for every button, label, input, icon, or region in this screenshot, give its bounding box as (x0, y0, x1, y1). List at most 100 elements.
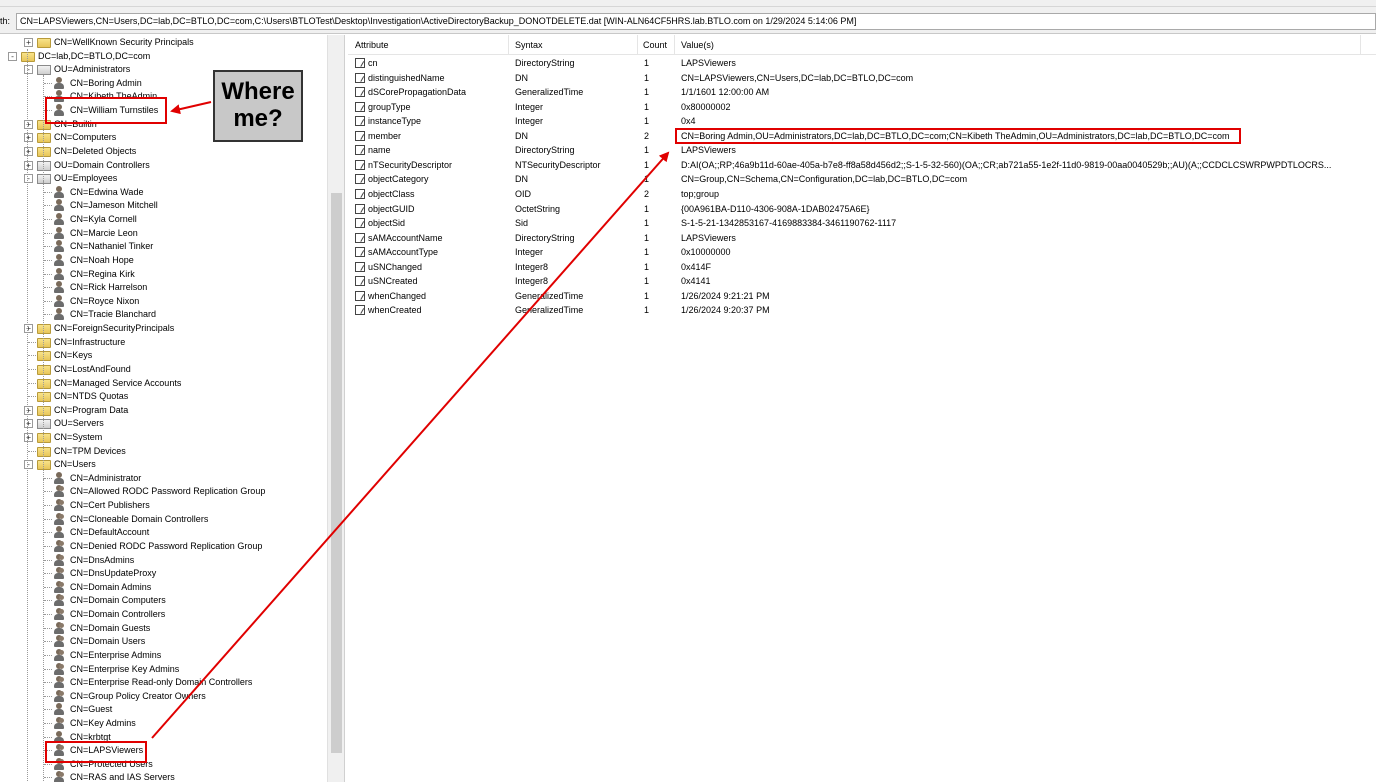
attribute-row[interactable]: whenCreated GeneralizedTime 1 1/26/2024 9:2… (348, 303, 1376, 318)
attribute-syntax: OID (515, 188, 532, 199)
tree-node[interactable]: + CN=Program Data (0, 404, 327, 417)
tree-node[interactable]: CN=Edwina Wade (0, 185, 327, 199)
tree-node[interactable]: CN=NTDS Quotas (0, 390, 327, 403)
tree-node[interactable]: + OU=Servers (0, 417, 327, 430)
tree-node[interactable]: CN=DefaultAccount (0, 526, 327, 539)
user-icon (53, 526, 65, 539)
attribute-icon (355, 58, 365, 68)
expand-icon[interactable]: + (24, 324, 33, 334)
attribute-row[interactable]: sAMAccountName DirectoryString 1 LAPSViewer… (348, 231, 1376, 246)
expand-icon[interactable]: + (24, 160, 33, 170)
tree-node[interactable]: CN=Cloneable Domain Controllers (0, 512, 327, 526)
tree-node[interactable]: CN=Domain Controllers (0, 608, 327, 621)
tree-node[interactable]: CN=Domain Users (0, 635, 327, 648)
collapse-icon[interactable]: - (24, 65, 33, 75)
tree-node[interactable]: CN=Key Admins (0, 717, 327, 730)
tree-node[interactable]: CN=Domain Admins (0, 580, 327, 594)
attribute-syntax: DN (515, 130, 528, 141)
tree-node[interactable]: CN=TPM Devices (0, 445, 327, 458)
tree-node-label: CN=Enterprise Key Admins (70, 663, 180, 674)
attribute-count: 1 (644, 232, 650, 243)
attribute-row[interactable]: objectSid Sid 1 S-1-5-21-1342853167-4169883… (348, 216, 1376, 231)
tree-node[interactable]: CN=DnsUpdateProxy (0, 567, 327, 580)
tree-node-label: CN=Noah Hope (70, 254, 134, 265)
tree-node[interactable]: - DC=lab,DC=BTLO,DC=com (0, 50, 327, 63)
tree-node[interactable]: - OU=Employees (0, 172, 327, 185)
tree-node[interactable]: CN=RAS and IAS Servers (0, 771, 327, 782)
path-field[interactable]: CN=LAPSViewers,CN=Users,DC=lab,DC=BTLO,D… (16, 13, 1376, 30)
tree-node[interactable]: CN=DnsAdmins (0, 553, 327, 567)
tree-node[interactable]: CN=Administrator (0, 471, 327, 485)
attribute-row[interactable]: name DirectoryString 1 LAPSViewers (348, 143, 1376, 158)
attribute-row[interactable]: uSNCreated Integer8 1 0x4141 (348, 274, 1376, 289)
callout-where-me: Where me? (213, 70, 303, 142)
attribute-row[interactable]: groupType Integer 1 0x80000002 (348, 100, 1376, 115)
attribute-row[interactable]: objectClass OID 2 top;group (348, 187, 1376, 202)
attribute-row[interactable]: objectCategory DN 1 CN=Group,CN=Schema,CN=C… (348, 172, 1376, 187)
attribute-row[interactable]: dSCorePropagationData GeneralizedTime 1 1/1… (348, 85, 1376, 100)
expand-icon[interactable]: + (24, 419, 33, 429)
tree-node[interactable]: CN=Noah Hope (0, 253, 327, 267)
tree-node[interactable]: + CN=WellKnown Security Principals (0, 36, 327, 49)
tree-node[interactable]: CN=Domain Guests (0, 621, 327, 635)
expand-icon[interactable]: + (24, 119, 33, 129)
tree-node[interactable]: CN=Enterprise Read-only Domain Controlle… (0, 676, 327, 689)
tree-node[interactable]: CN=Domain Computers (0, 594, 327, 607)
tree-node[interactable]: CN=Guest (0, 703, 327, 716)
tree-node[interactable]: CN=Keys (0, 349, 327, 362)
attribute-row[interactable]: sAMAccountType Integer 1 0x10000000 (348, 245, 1376, 260)
col-header-syntax[interactable]: Syntax (515, 40, 543, 50)
attribute-row[interactable]: cn DirectoryString 1 LAPSViewers (348, 56, 1376, 71)
tree-pane[interactable]: + CN=WellKnown Security Principals - DC=lab… (0, 35, 345, 782)
expand-icon[interactable]: + (24, 405, 33, 415)
expand-icon[interactable]: + (24, 146, 33, 156)
collapse-icon[interactable]: - (24, 460, 33, 470)
expand-icon[interactable]: + (24, 432, 33, 442)
tree-node[interactable]: CN=Enterprise Admins (0, 648, 327, 662)
collapse-icon[interactable]: - (24, 174, 33, 184)
tree-scroll-thumb[interactable] (331, 193, 342, 753)
tree-scrollbar[interactable] (327, 35, 344, 782)
attribute-count: 1 (644, 58, 650, 68)
tree-node[interactable]: CN=Rick Harrelson (0, 281, 327, 294)
tree-node[interactable]: CN=Regina Kirk (0, 267, 327, 281)
tree-node[interactable]: CN=Group Policy Creator Owners (0, 689, 327, 703)
attribute-row[interactable]: uSNChanged Integer8 1 0x414F (348, 260, 1376, 275)
col-header-count[interactable]: Count (643, 40, 667, 50)
attribute-name: objectSid (368, 218, 406, 229)
folder-icon (37, 432, 51, 443)
tree-node[interactable]: CN=Jameson Mitchell (0, 199, 327, 212)
tree-node[interactable]: + CN=Deleted Objects (0, 145, 327, 158)
tree-node[interactable]: CN=Infrastructure (0, 336, 327, 349)
collapse-icon[interactable]: - (8, 51, 17, 61)
tree-node[interactable]: CN=Managed Service Accounts (0, 377, 327, 390)
tree-node[interactable]: CN=Kyla Cornell (0, 213, 327, 226)
attribute-row[interactable]: distinguishedName DN 1 CN=LAPSViewers,CN=Us… (348, 71, 1376, 86)
ou-icon (37, 419, 51, 430)
attribute-row[interactable]: whenChanged GeneralizedTime 1 1/26/2024 9:2… (348, 289, 1376, 304)
expand-icon[interactable]: + (24, 133, 33, 143)
attribute-row[interactable]: nTSecurityDescriptor NTSecurityDescriptor… (348, 158, 1376, 173)
attribute-row[interactable]: objectGUID OctetString 1 {00A961BA-D110-430… (348, 202, 1376, 217)
tree-node[interactable]: CN=Marcie Leon (0, 226, 327, 240)
tree-node[interactable]: + CN=System (0, 431, 327, 444)
expand-icon[interactable]: + (24, 38, 33, 47)
tree-node[interactable]: CN=LostAndFound (0, 363, 327, 376)
col-header-values[interactable]: Value(s) (681, 40, 714, 50)
tree-node[interactable]: CN=Denied RODC Password Replication Grou… (0, 539, 327, 553)
col-header-attribute[interactable]: Attribute (355, 40, 389, 50)
tree-node-label: CN=Cloneable Domain Controllers (70, 513, 209, 524)
tree-node-label: CN=WellKnown Security Principals (54, 37, 194, 47)
tree-node[interactable]: CN=Allowed RODC Password Replication Gro… (0, 485, 327, 498)
tree-node[interactable]: CN=Cert Publishers (0, 499, 327, 512)
tree-node[interactable]: - CN=Users (0, 458, 327, 471)
tree-node[interactable]: CN=Nathaniel Tinker (0, 240, 327, 253)
tree-node[interactable]: + OU=Domain Controllers (0, 159, 327, 172)
tree-node[interactable]: + CN=ForeignSecurityPrincipals (0, 322, 327, 335)
attribute-row[interactable]: instanceType Integer 1 0x4 (348, 114, 1376, 129)
tree-node[interactable]: CN=Tracie Blanchard (0, 308, 327, 321)
tree-node[interactable]: CN=Enterprise Key Admins (0, 662, 327, 676)
attribute-grid[interactable]: Attribute Syntax Count Value(s) cn Direct… (348, 35, 1376, 782)
tree-node[interactable]: CN=Royce Nixon (0, 294, 327, 308)
user-icon (53, 308, 65, 321)
